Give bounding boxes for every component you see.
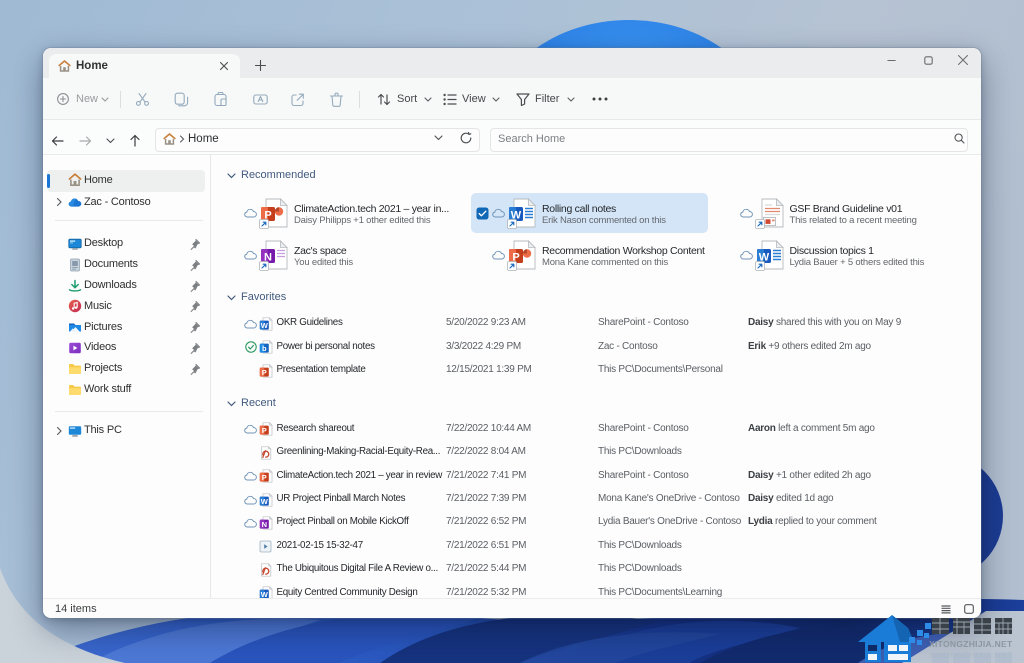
svg-text:N: N <box>261 520 266 529</box>
svg-text:XITONGZHIJIA.NET: XITONGZHIJIA.NET <box>929 639 1013 649</box>
svg-text:b: b <box>262 344 267 353</box>
svg-text:W: W <box>260 320 268 329</box>
svg-text:W: W <box>260 496 268 505</box>
svg-text:P: P <box>261 426 266 435</box>
svg-text:P: P <box>261 367 266 376</box>
svg-text:P: P <box>261 473 266 482</box>
